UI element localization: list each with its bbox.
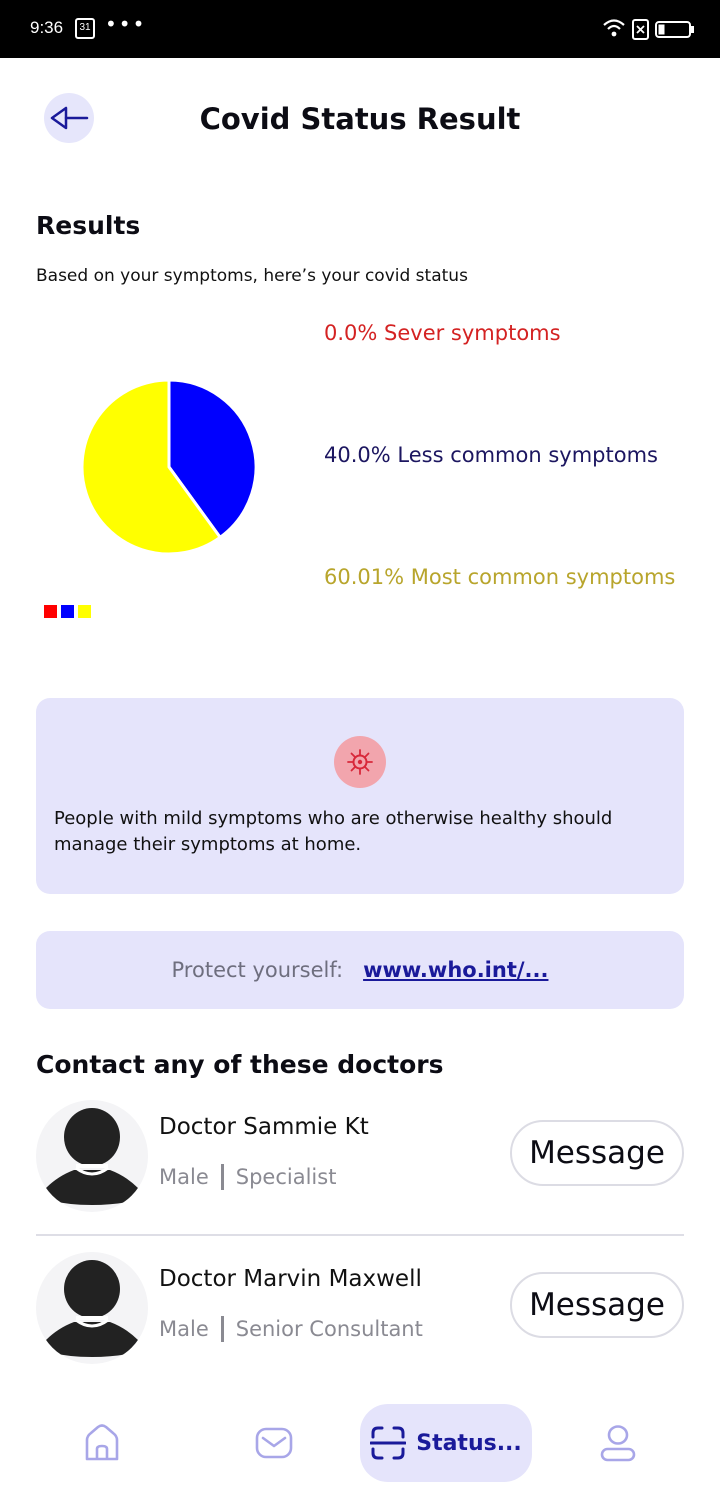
status-time: 9:36 — [30, 18, 64, 37]
doctors-heading: Contact any of these doctors — [36, 1050, 444, 1079]
nav-profile[interactable] — [578, 1404, 658, 1482]
advice-card: People with mild symptoms who are otherw… — [36, 698, 684, 894]
user-icon — [600, 1425, 636, 1462]
doctor-row: Doctor Sammie Kt Male Specialist Message — [36, 1100, 684, 1230]
battery-icon — [655, 21, 694, 38]
legend-swatch — [44, 605, 57, 618]
nav-home[interactable] — [62, 1404, 142, 1482]
status-icons — [603, 19, 694, 40]
legend-label-most-common: 60.01% Most common symptoms — [324, 565, 676, 589]
doctor-name: Doctor Sammie Kt — [159, 1114, 369, 1140]
scan-icon — [370, 1426, 407, 1460]
pie-chart — [80, 378, 258, 556]
doctor-name: Doctor Marvin Maxwell — [159, 1266, 422, 1292]
meta-divider — [220, 1316, 224, 1342]
results-heading: Results — [36, 211, 141, 240]
chart-legend — [44, 605, 91, 618]
person-icon — [46, 1260, 138, 1357]
nav-status[interactable]: Status... — [360, 1404, 532, 1482]
divider — [36, 1234, 684, 1236]
nav-messages[interactable] — [234, 1404, 314, 1482]
message-button[interactable]: Message — [510, 1272, 684, 1338]
wifi-icon — [603, 19, 625, 37]
avatar — [36, 1100, 148, 1212]
calendar-icon: 31 — [75, 18, 95, 39]
home-icon — [85, 1424, 119, 1461]
page-title: Covid Status Result — [199, 102, 521, 136]
protect-card: Protect yourself: www.who.int/... — [36, 931, 684, 1009]
legend-label-less-common: 40.0% Less common symptoms — [324, 443, 658, 467]
status-bar: 9:36 31 ••• — [0, 0, 720, 58]
nav-status-label: Status... — [416, 1430, 522, 1456]
doctor-role: Senior Consultant — [235, 1317, 423, 1341]
message-button[interactable]: Message — [510, 1120, 684, 1186]
mail-icon — [255, 1427, 293, 1459]
doctor-gender: Male — [159, 1317, 209, 1341]
person-icon — [46, 1108, 138, 1205]
legend-swatch — [78, 605, 91, 618]
doctor-meta: Male Senior Consultant — [159, 1316, 423, 1342]
doctor-gender: Male — [159, 1165, 209, 1189]
meta-divider — [220, 1164, 224, 1190]
avatar — [36, 1252, 148, 1364]
sim-icon — [632, 19, 649, 40]
doctor-row: Doctor Marvin Maxwell Male Senior Consul… — [36, 1252, 684, 1382]
doctor-meta: Male Specialist — [159, 1164, 336, 1190]
results-subtitle: Based on your symptoms, here’s your covi… — [36, 266, 468, 286]
legend-label-severe: 0.0% Sever symptoms — [324, 321, 561, 345]
bottom-nav: Status... — [0, 1396, 720, 1500]
virus-icon — [334, 736, 386, 788]
who-link[interactable]: www.who.int/... — [363, 958, 548, 982]
protect-label: Protect yourself: — [171, 958, 344, 982]
legend-swatch — [61, 605, 74, 618]
advice-text: People with mild symptoms who are otherw… — [54, 808, 613, 855]
doctor-role: Specialist — [235, 1165, 337, 1189]
more-notifications-icon: ••• — [105, 12, 147, 36]
